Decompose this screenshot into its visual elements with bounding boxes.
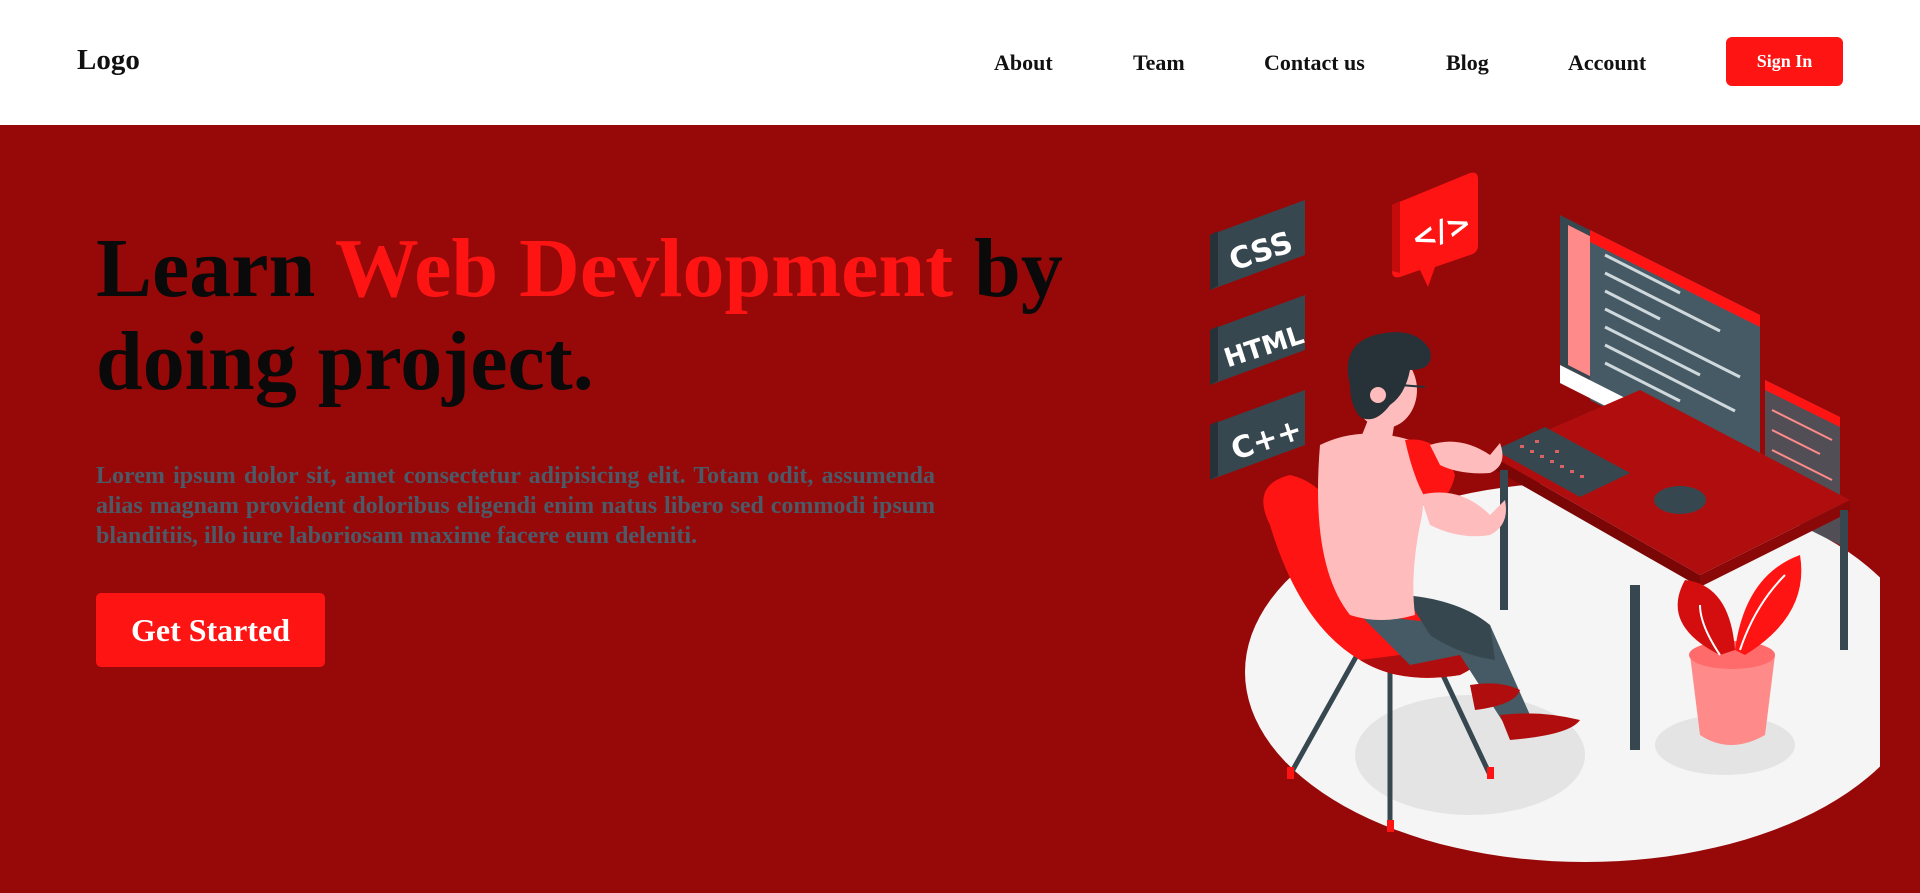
hero-lead-text: Lorem ipsum dolor sit, amet consectetur … — [96, 463, 935, 549]
headline-pre: Learn — [96, 222, 335, 315]
headline-accent: Web Devlopment — [334, 222, 954, 315]
nav-about[interactable]: About — [994, 50, 1053, 76]
nav-contact-us[interactable]: Contact us — [1264, 50, 1365, 76]
css-badge: CSS — [1210, 200, 1305, 290]
cpp-badge: C++ — [1210, 390, 1306, 480]
logo[interactable]: Logo — [77, 44, 140, 77]
get-started-button[interactable]: Get Started — [96, 593, 325, 667]
code-tag-bubble: </> — [1392, 172, 1478, 287]
mouse — [1654, 486, 1706, 514]
site-header: Logo About Team Contact us Blog Account … — [0, 0, 1920, 125]
hero-section: Learn Web Devlopment by doing project. L… — [0, 125, 1920, 893]
hero-headline: Learn Web Devlopment by doing project. — [96, 222, 1126, 408]
nav-blog[interactable]: Blog — [1446, 50, 1489, 76]
html-badge: HTML — [1210, 295, 1308, 385]
nav-account[interactable]: Account — [1568, 50, 1646, 76]
sign-in-button[interactable]: Sign In — [1726, 37, 1843, 86]
developer-illustration: CSS HTML C++ </> — [1210, 172, 1880, 862]
nav-team[interactable]: Team — [1133, 50, 1185, 76]
